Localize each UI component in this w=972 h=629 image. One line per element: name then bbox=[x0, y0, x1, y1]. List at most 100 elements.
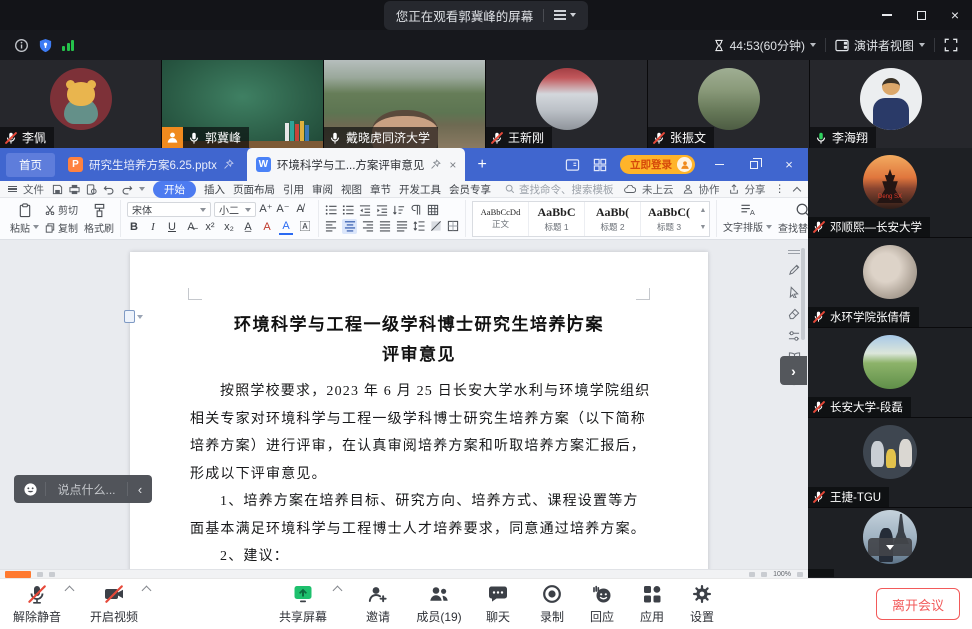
highlight-color-icon[interactable]: A bbox=[260, 221, 274, 234]
undo-icon[interactable] bbox=[103, 184, 115, 195]
strikethrough-icon[interactable]: A̶ bbox=[184, 221, 198, 234]
ribbon-tab-layout[interactable]: 页面布局 bbox=[233, 182, 275, 197]
borders-icon[interactable] bbox=[447, 220, 459, 232]
ribbon-tab-section[interactable]: 章节 bbox=[370, 182, 391, 197]
shield-security-icon[interactable] bbox=[38, 38, 53, 53]
increase-indent-icon[interactable] bbox=[376, 204, 388, 216]
ribbon-tab-review[interactable]: 审阅 bbox=[312, 182, 333, 197]
quickbar-caret-icon[interactable] bbox=[139, 187, 145, 191]
clear-format-icon[interactable]: A̸ bbox=[293, 203, 307, 216]
rail-expand-button[interactable]: › bbox=[780, 356, 807, 385]
switch-window-icon[interactable] bbox=[565, 158, 580, 172]
sidebar-tile-wangjie[interactable]: 王捷-TGU bbox=[808, 418, 972, 508]
invite-button[interactable]: 邀请 bbox=[355, 583, 401, 625]
ribbon-tab-start[interactable]: 开始 bbox=[153, 181, 196, 198]
adjust-sliders-icon[interactable] bbox=[788, 330, 800, 342]
save-icon[interactable] bbox=[52, 184, 63, 195]
react-button[interactable]: 回应 bbox=[579, 583, 625, 625]
table-icon[interactable] bbox=[427, 204, 439, 216]
char-border-icon[interactable]: 🄰 bbox=[298, 221, 312, 234]
rail-handle-icon[interactable] bbox=[788, 250, 800, 254]
distribute-icon[interactable] bbox=[396, 220, 408, 232]
bold-icon[interactable]: B bbox=[127, 221, 141, 234]
collab-item[interactable]: 协作 bbox=[683, 182, 720, 197]
settings-button[interactable]: 设置 bbox=[679, 583, 725, 625]
shrink-font-icon[interactable]: A⁻ bbox=[276, 203, 290, 216]
style-normal[interactable]: AaBbCcDd正文 bbox=[473, 202, 529, 236]
wps-close-button[interactable]: × bbox=[778, 154, 800, 176]
pin-icon[interactable] bbox=[430, 159, 441, 170]
doc-scrollbar[interactable] bbox=[801, 248, 805, 340]
wps-minimize-button[interactable] bbox=[708, 154, 730, 176]
members-button[interactable]: 成员(19) bbox=[407, 583, 471, 625]
pin-icon[interactable] bbox=[223, 159, 234, 170]
network-signal-icon[interactable] bbox=[62, 40, 74, 51]
ribbon-tab-reference[interactable]: 引用 bbox=[283, 182, 304, 197]
video-tile-wangxingang[interactable]: 王新刚 bbox=[486, 60, 648, 148]
video-tile-lipei[interactable]: 李佩 bbox=[0, 60, 162, 148]
print-icon[interactable] bbox=[69, 184, 80, 195]
video-tile-lihaixiang[interactable]: 李海翔 bbox=[810, 60, 972, 148]
doc-tab-review-active[interactable]: W 环境科学与工...方案评审意见 × bbox=[247, 148, 466, 181]
chat-button[interactable]: 聊天 bbox=[475, 583, 521, 625]
file-menu[interactable]: 文件 bbox=[8, 182, 44, 197]
more-menu-icon[interactable]: ⋮ bbox=[775, 183, 786, 195]
share-options-caret[interactable] bbox=[334, 587, 341, 594]
style-heading2[interactable]: AaBb(标题 2 bbox=[585, 202, 641, 236]
sidebar-tile-dengshunxi[interactable]: Deng SX 邓顺熙—长安大学 bbox=[808, 148, 972, 238]
grow-font-icon[interactable]: A⁺ bbox=[259, 203, 273, 216]
apps-button[interactable]: 应用 bbox=[629, 583, 675, 625]
new-tab-button[interactable]: + bbox=[469, 156, 494, 174]
cursor-icon[interactable] bbox=[788, 286, 800, 298]
unmute-button[interactable]: 解除静音 bbox=[6, 583, 68, 625]
tab-close-icon[interactable]: × bbox=[449, 158, 456, 172]
align-right-icon[interactable] bbox=[362, 220, 374, 232]
fullscreen-icon[interactable] bbox=[944, 38, 958, 52]
decrease-indent-icon[interactable] bbox=[359, 204, 371, 216]
copy-button[interactable]: 复制 bbox=[45, 220, 78, 235]
paragraph-mark-icon[interactable] bbox=[410, 204, 422, 216]
style-heading1[interactable]: AaBbC标题 1 bbox=[529, 202, 585, 236]
video-tile-zhangzhenwen[interactable]: 张振文 bbox=[648, 60, 810, 148]
underline-icon[interactable]: U bbox=[165, 221, 179, 234]
scroll-down-button[interactable] bbox=[868, 538, 912, 556]
font-color-icon[interactable]: A bbox=[279, 220, 293, 235]
superscript-icon[interactable]: x² bbox=[203, 221, 217, 234]
sidebar-tile-duanlei[interactable]: 长安大学-段磊 bbox=[808, 328, 972, 418]
status-mode-chip[interactable] bbox=[5, 571, 31, 578]
share-item[interactable]: 分享 bbox=[729, 182, 766, 197]
wps-restore-button[interactable] bbox=[743, 154, 765, 176]
cloud-sync-item[interactable]: 未上云 bbox=[624, 182, 674, 197]
sidebar-tile-partial[interactable] bbox=[808, 508, 972, 577]
chat-collapse-icon[interactable]: ‹ bbox=[128, 482, 152, 497]
zoom-level[interactable]: 100% bbox=[773, 571, 791, 578]
number-list-icon[interactable] bbox=[342, 204, 354, 216]
chat-quick-bar[interactable]: 说点什么... ‹ bbox=[14, 475, 152, 503]
align-justify-icon[interactable] bbox=[379, 220, 391, 232]
sidebar-tile-zhangqianqian[interactable]: 水环学院张倩倩 bbox=[808, 238, 972, 328]
italic-icon[interactable]: I bbox=[146, 221, 160, 234]
video-tile-guojifeng[interactable]: 郭冀峰 bbox=[162, 60, 324, 148]
shading-icon[interactable] bbox=[430, 220, 442, 232]
style-gallery-arrows[interactable]: ▲▼ bbox=[697, 202, 709, 236]
print-preview-icon[interactable] bbox=[86, 184, 97, 195]
minimize-button[interactable] bbox=[870, 0, 904, 30]
login-button[interactable]: 立即登录 bbox=[620, 155, 695, 174]
paste-button[interactable]: 粘贴 bbox=[10, 203, 39, 235]
unmute-options-caret[interactable] bbox=[66, 587, 73, 594]
align-center-icon[interactable] bbox=[342, 219, 357, 234]
share-screen-button[interactable]: 共享屏幕 bbox=[270, 583, 336, 625]
info-icon[interactable] bbox=[14, 38, 29, 53]
cut-button[interactable]: 剪切 bbox=[45, 202, 78, 217]
redo-icon[interactable] bbox=[121, 184, 133, 195]
font-size-select[interactable]: 小二 bbox=[214, 202, 256, 217]
font-name-select[interactable]: 宋体 bbox=[127, 202, 211, 217]
video-tile-daixiaohu[interactable]: 戴晓虎同济大学 bbox=[324, 60, 486, 148]
emoji-icon[interactable] bbox=[14, 482, 45, 497]
bookmark-icon[interactable] bbox=[124, 310, 143, 323]
document-canvas[interactable]: 环境科学与工程一级学科博士研究生培养方案 评审意见 按照学校要求，2023 年 … bbox=[0, 240, 808, 569]
start-video-button[interactable]: 开启视频 bbox=[83, 583, 145, 625]
apps-grid-icon[interactable] bbox=[593, 158, 607, 172]
line-spacing-icon[interactable] bbox=[413, 220, 425, 232]
style-heading3[interactable]: AaBbC(标题 3 bbox=[641, 202, 697, 236]
